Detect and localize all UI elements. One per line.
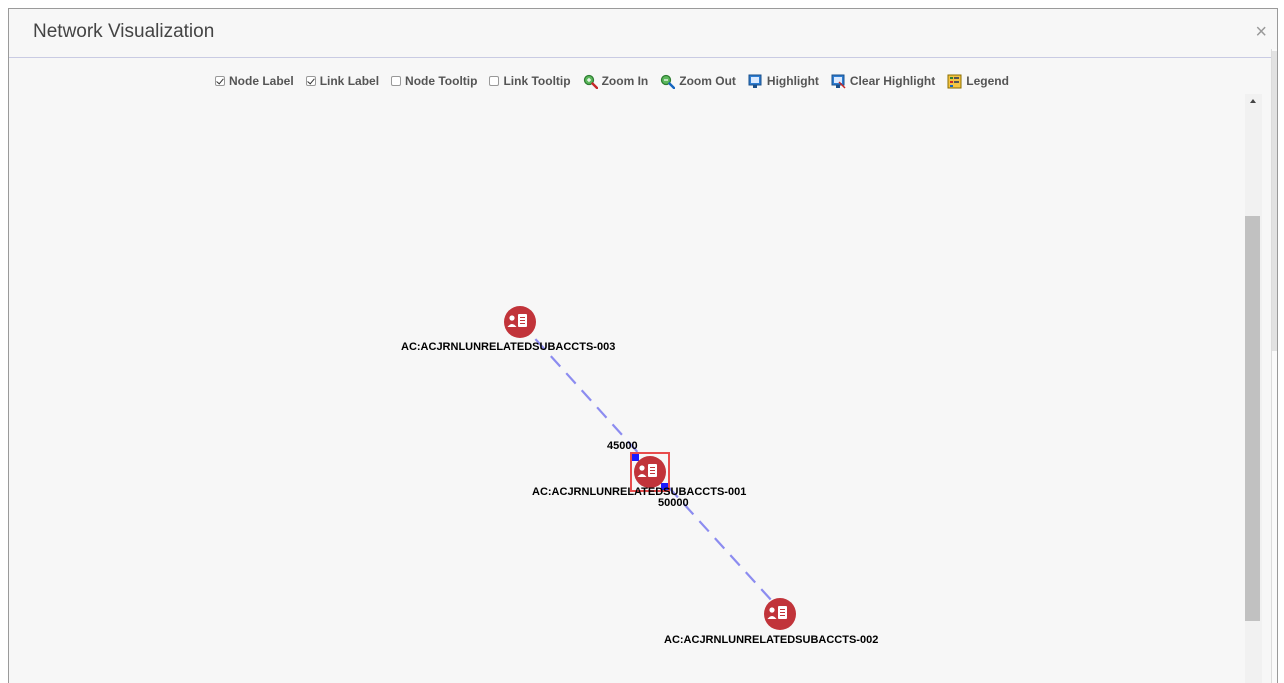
scroll-up-arrow-icon[interactable]	[1247, 95, 1259, 107]
zoom-out-icon	[661, 74, 676, 89]
node-label: AC:ACJRNLUNRELATEDSUBACCTS-003	[401, 341, 615, 353]
link-label-text: Link Label	[319, 74, 380, 88]
graph-node-selected[interactable]: AC:ACJRNLUNRELATEDSUBACCTS-001	[532, 452, 746, 498]
clear-highlight-label: Clear Highlight	[849, 74, 936, 88]
clear-highlight-button[interactable]: Clear Highlight	[831, 74, 935, 89]
link-label-check[interactable]	[305, 76, 316, 86]
node-label-text: Node Label	[229, 74, 294, 88]
zoom-in-label: Zoom In	[601, 74, 649, 88]
link-tooltip-check[interactable]	[489, 76, 500, 86]
node-tooltip-check[interactable]	[391, 76, 402, 86]
link-label: 50000	[658, 497, 689, 509]
node-label: AC:ACJRNLUNRELATEDSUBACCTS-001	[532, 486, 746, 498]
dialog-scrollbar-thumb[interactable]	[1272, 51, 1277, 351]
close-icon[interactable]: ×	[1255, 21, 1267, 44]
zoom-in-icon	[583, 74, 598, 89]
graph-canvas[interactable]: 45000 50000 AC:ACJRNLUNRELATEDSUBACCTS-0…	[9, 94, 1247, 683]
highlight-label: Highlight	[766, 74, 819, 88]
node-tooltip-checkbox[interactable]: Node Tooltip	[391, 74, 477, 88]
network-visualization-dialog: Network Visualization × Node Label Link …	[8, 8, 1278, 683]
canvas-scrollbar-thumb[interactable]	[1245, 216, 1260, 621]
selection-handle	[632, 454, 639, 461]
highlight-button[interactable]: Highlight	[748, 74, 819, 89]
legend-icon	[947, 74, 962, 88]
legend-label: Legend	[966, 74, 1009, 88]
node-label-checkbox[interactable]: Node Label	[215, 74, 294, 88]
graph-toolbar: Node Label Link Label Node Tooltip Link …	[215, 72, 1021, 90]
graph-node[interactable]: AC:ACJRNLUNRELATEDSUBACCTS-002	[664, 598, 878, 646]
legend-button[interactable]: Legend	[947, 74, 1009, 89]
highlight-icon	[748, 74, 762, 88]
zoom-out-button[interactable]: Zoom Out	[660, 74, 736, 89]
node-label: AC:ACJRNLUNRELATEDSUBACCTS-002	[664, 634, 878, 646]
link-label-checkbox[interactable]: Link Label	[305, 74, 380, 88]
link-label: 45000	[607, 440, 638, 452]
node-tooltip-text: Node Tooltip	[405, 74, 478, 88]
node-label-check[interactable]	[215, 76, 225, 86]
zoom-in-button[interactable]: Zoom In	[583, 74, 649, 89]
clear-highlight-icon	[831, 74, 846, 89]
graph-node[interactable]: AC:ACJRNLUNRELATEDSUBACCTS-003	[401, 306, 615, 353]
link-tooltip-checkbox[interactable]: Link Tooltip	[489, 74, 571, 88]
link-tooltip-text: Link Tooltip	[503, 74, 571, 88]
dialog-titlebar: Network Visualization ×	[9, 9, 1277, 58]
zoom-out-label: Zoom Out	[679, 74, 736, 88]
dialog-title: Network Visualization	[33, 21, 215, 42]
